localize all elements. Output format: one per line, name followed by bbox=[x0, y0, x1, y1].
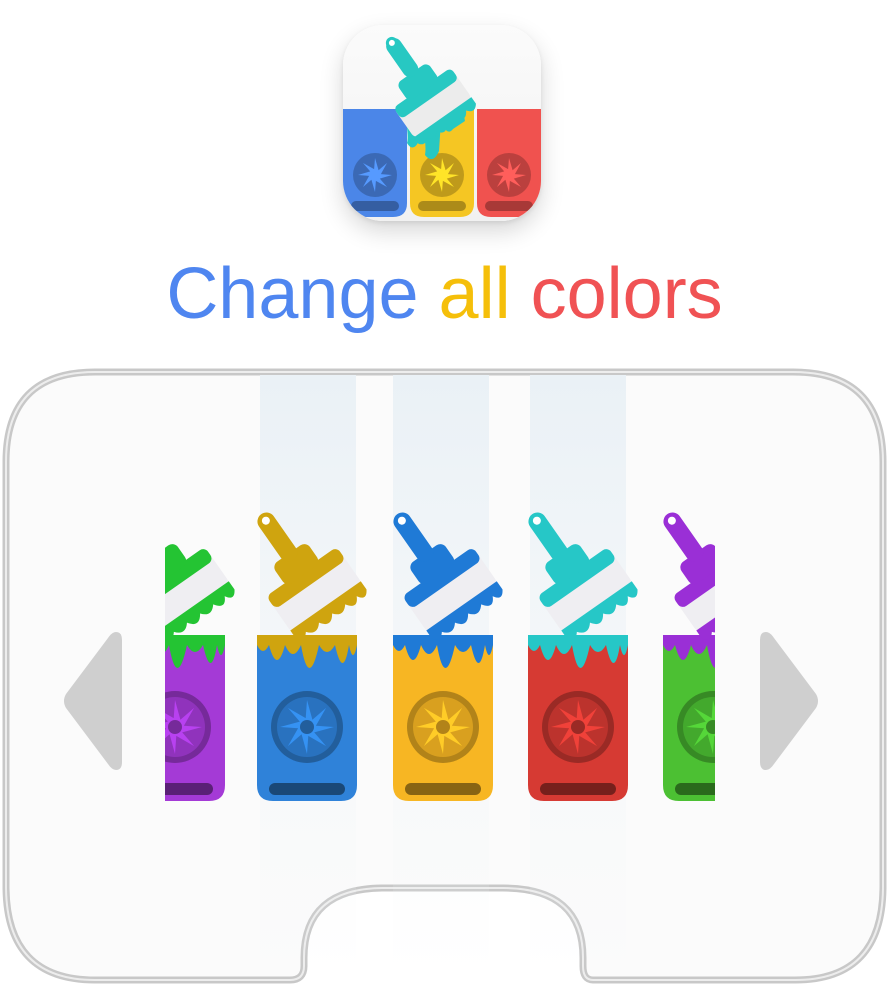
color-option-4[interactable] bbox=[528, 495, 658, 815]
color-option-2[interactable] bbox=[257, 495, 387, 815]
paint-bucket-icon bbox=[393, 512, 503, 801]
triangle-left-icon bbox=[64, 632, 122, 770]
paint-bucket-icon bbox=[257, 512, 367, 801]
color-carousel[interactable] bbox=[165, 375, 715, 975]
app-icon bbox=[343, 25, 541, 221]
headline: Change all colors bbox=[0, 254, 889, 334]
paint-bucket-icon bbox=[663, 512, 715, 801]
headline-word-change: Change bbox=[166, 254, 419, 334]
paint-bucket-icon bbox=[165, 512, 235, 801]
color-option-5[interactable] bbox=[663, 495, 715, 815]
headline-word-colors: colors bbox=[530, 254, 723, 334]
previous-button[interactable] bbox=[60, 626, 124, 776]
headline-word-all: all bbox=[438, 254, 511, 334]
paint-bucket-icon bbox=[528, 512, 638, 801]
next-button[interactable] bbox=[758, 626, 822, 776]
color-option-1[interactable] bbox=[165, 495, 255, 815]
paint-bucket-app-icon bbox=[343, 36, 541, 217]
color-option-3[interactable] bbox=[393, 495, 523, 815]
triangle-right-icon bbox=[760, 632, 818, 770]
